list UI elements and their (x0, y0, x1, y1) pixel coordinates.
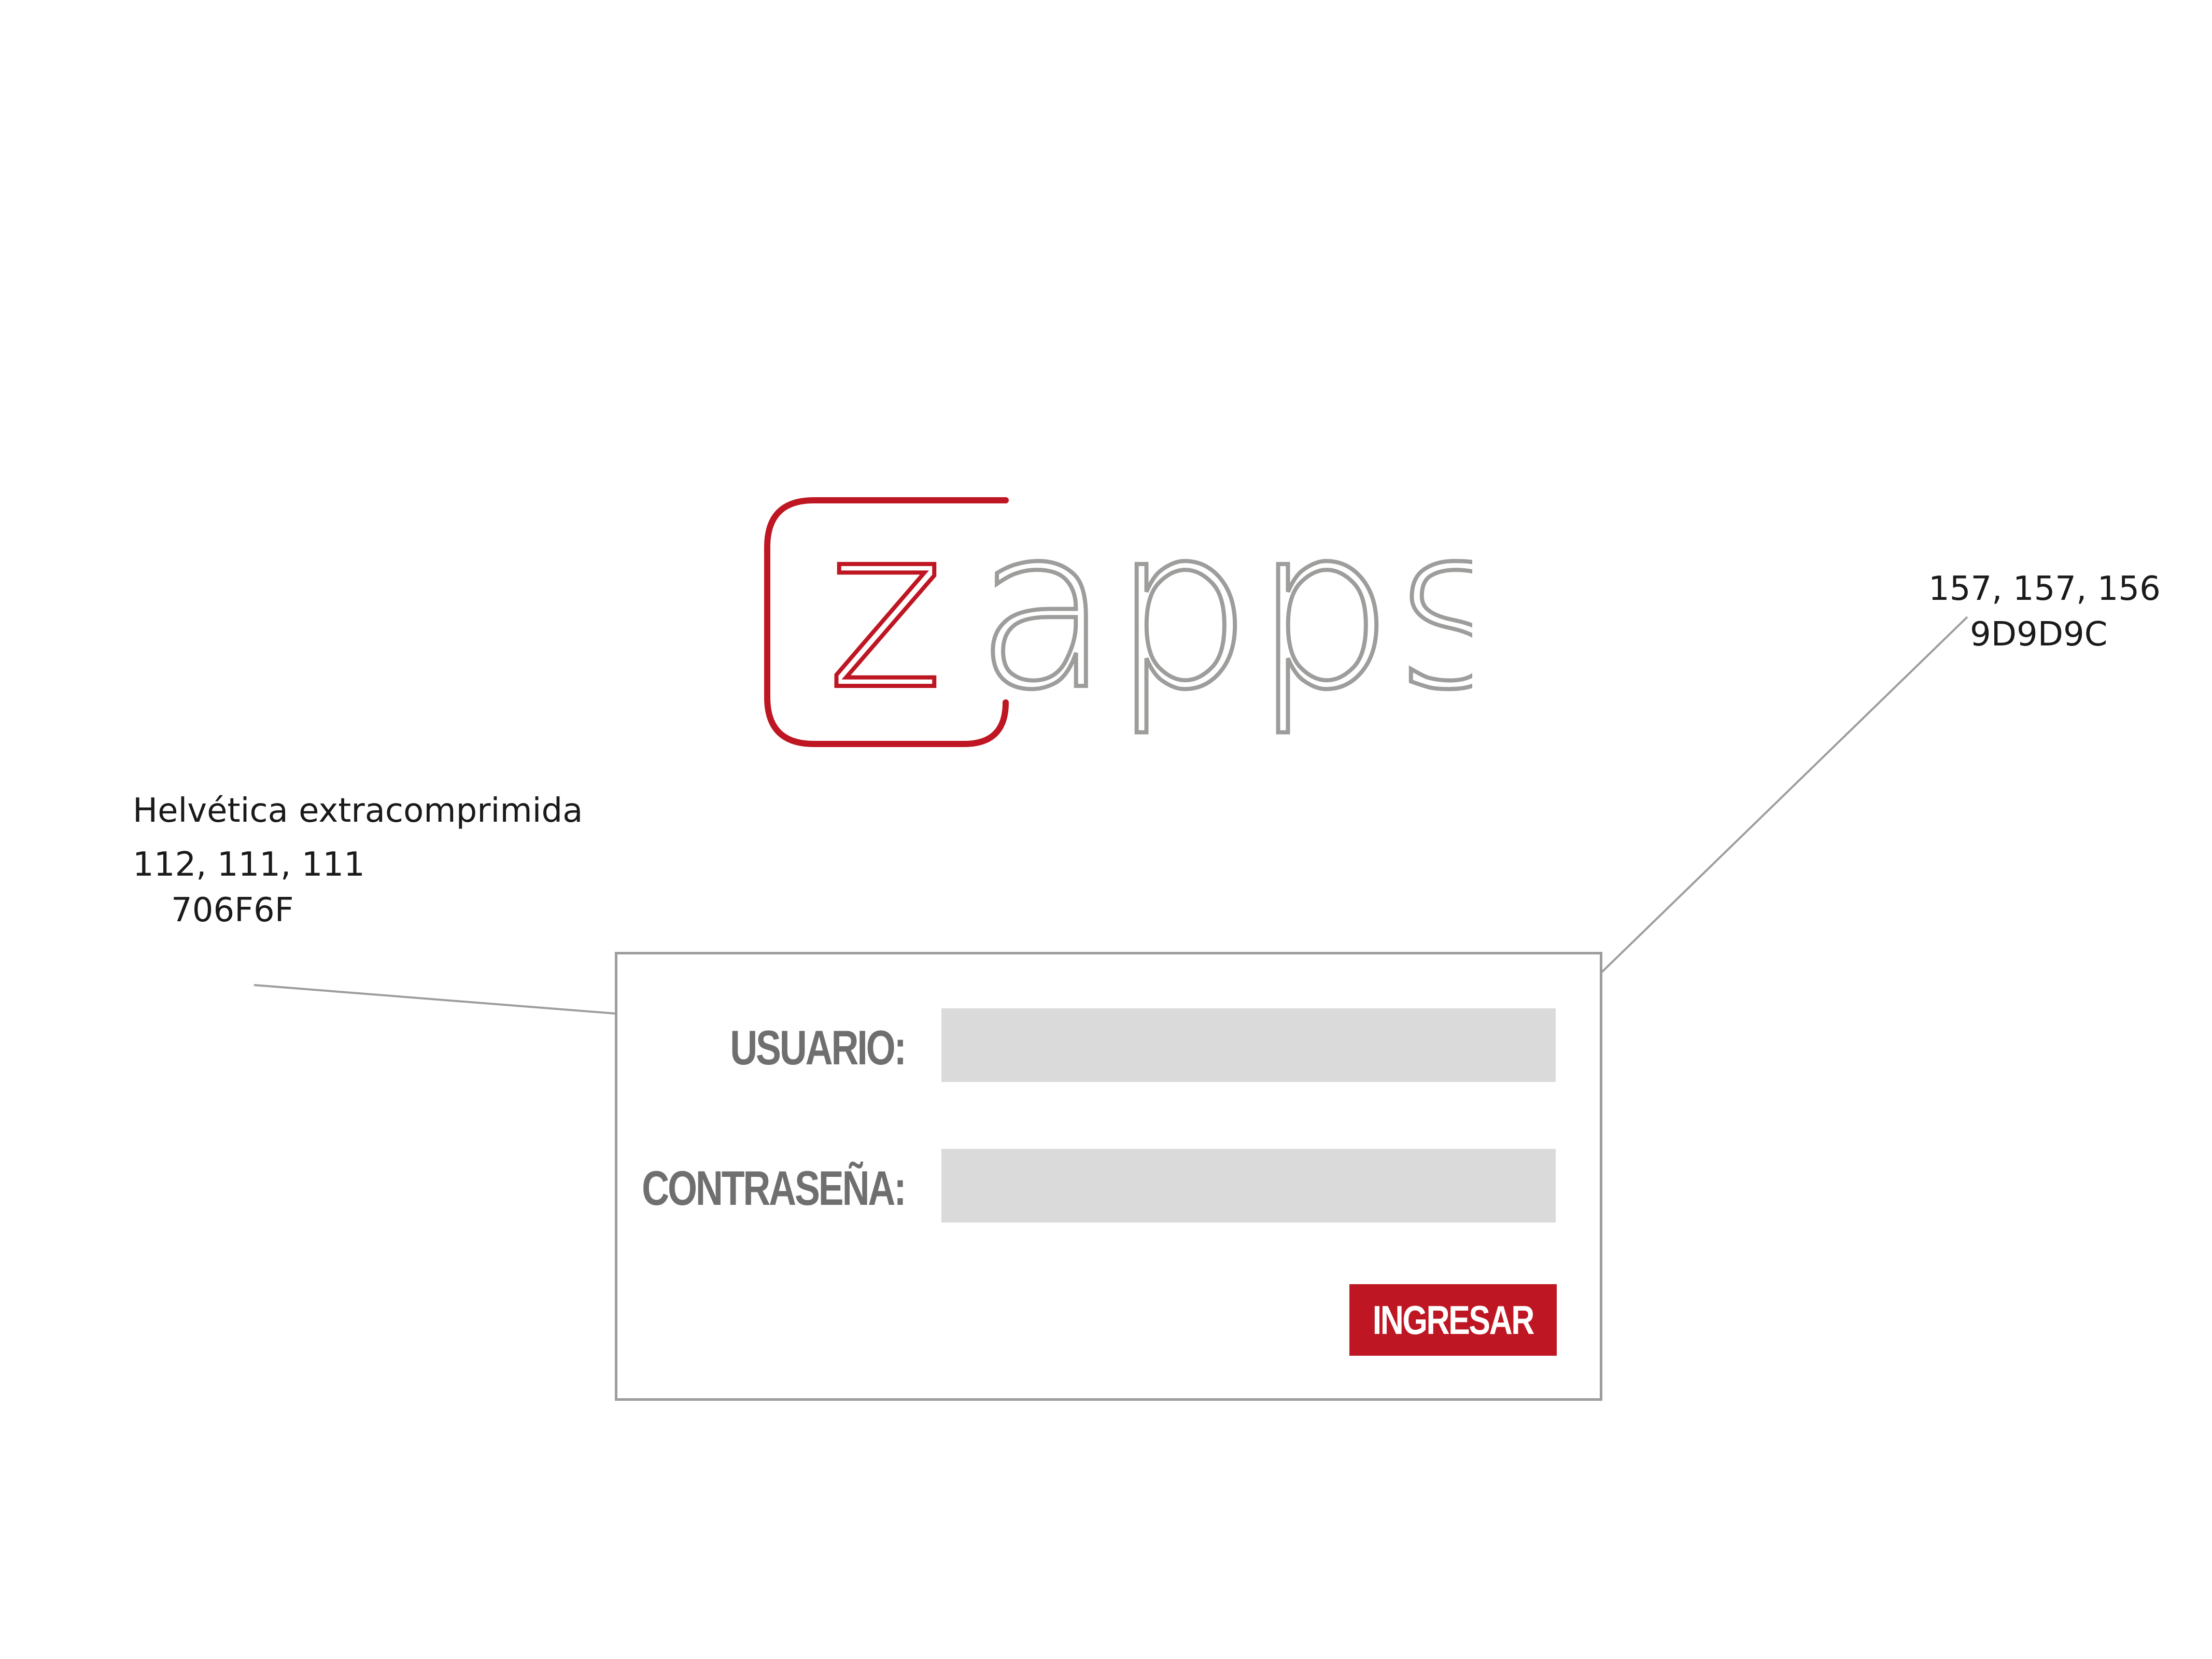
login-panel: USUARIO: CONTRASEÑA: INGRESAR (615, 952, 1602, 1401)
label-color-hex-annotation: 706F6F (171, 891, 294, 930)
zapps-logo: z apps (762, 495, 1472, 749)
border-leader-line (1601, 616, 1968, 973)
logo-letters-apps: apps (975, 495, 1472, 739)
submit-button-label: INGRESAR (1372, 1297, 1535, 1343)
password-input[interactable] (941, 1149, 1556, 1222)
label-color-rgb-annotation: 112, 111, 111 (133, 846, 365, 884)
logo-letter-z: z (827, 495, 944, 739)
font-annotation: Helvética extracomprimida (133, 792, 583, 830)
submit-button[interactable]: INGRESAR (1349, 1284, 1557, 1356)
border-color-hex-annotation: 9D9D9C (1970, 615, 2108, 654)
username-label: USUARIO: (730, 1020, 907, 1075)
border-color-rgb-annotation: 157, 157, 156 (1928, 570, 2161, 608)
password-label: CONTRASEÑA: (642, 1161, 907, 1215)
username-input[interactable] (941, 1008, 1556, 1082)
zapps-logo-graphic: z apps (764, 495, 1472, 747)
